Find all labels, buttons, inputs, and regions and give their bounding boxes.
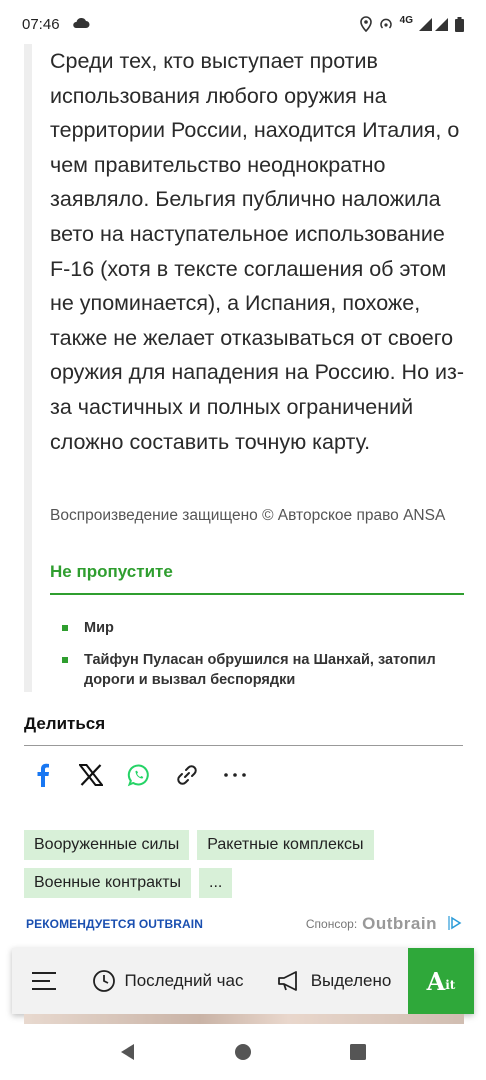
sponsor-label: Спонсор: — [305, 917, 358, 931]
ansa-logo-suffix: it — [445, 978, 456, 992]
highlights-button[interactable]: Выделено — [260, 948, 408, 1014]
megaphone-icon — [277, 971, 297, 991]
tag-military-contracts[interactable]: Военные контракты — [24, 868, 192, 898]
hamburger-icon — [32, 972, 56, 990]
dont-miss-item-world[interactable]: Мир — [50, 618, 464, 638]
dont-miss-link[interactable]: Тайфун Пуласан обрушился на Шанхай, зато… — [84, 650, 464, 690]
menu-button[interactable] — [12, 948, 76, 1014]
recommended-brand: OUTBRAIN — [138, 917, 203, 931]
home-icon[interactable] — [228, 1037, 258, 1067]
tag-armed-forces[interactable]: Вооруженные силы — [24, 830, 190, 860]
dont-miss-item-typhoon[interactable]: Тайфун Пуласан обрушился на Шанхай, зато… — [50, 650, 464, 690]
more-icon[interactable] — [222, 762, 248, 788]
x-icon[interactable] — [78, 762, 104, 788]
divider — [50, 593, 464, 595]
whatsapp-icon[interactable] — [126, 762, 152, 788]
ansa-it-logo-button[interactable]: Ait — [408, 948, 474, 1014]
hotspot-icon — [378, 16, 394, 32]
share-heading: Делиться — [24, 714, 106, 733]
outbrain-header: РЕКОМЕНДУЕТСЯ OUTBRAIN Спонсор: Outbrain — [26, 914, 462, 934]
status-indicators: 4G — [359, 14, 464, 32]
highlights-label: Выделено — [310, 971, 392, 990]
clock-icon — [93, 970, 116, 992]
facebook-icon[interactable] — [30, 762, 56, 788]
link-icon[interactable] — [174, 762, 200, 788]
recommended-label[interactable]: РЕКОМЕНДУЕТСЯ OUTBRAIN — [26, 917, 203, 931]
location-icon — [359, 16, 372, 32]
dont-miss-heading: Не пропустите — [50, 562, 173, 581]
ansa-logo-letter: A — [426, 966, 446, 996]
copyright-notice: Воспроизведение защищено © Авторское пра… — [50, 507, 446, 524]
latest-hour-label: Последний час — [124, 971, 244, 990]
tag-list: Вооруженные силы Ракетные комплексы Воен… — [24, 830, 464, 898]
divider — [24, 745, 463, 746]
share-buttons — [30, 762, 248, 788]
status-time: 07:46 — [22, 15, 60, 33]
tag-more[interactable]: ... — [199, 868, 233, 898]
outbrain-logo: Outbrain — [362, 914, 437, 933]
dont-miss-list: Мир Тайфун Пуласан обрушился на Шанхай, … — [50, 618, 464, 702]
system-navigation-bar — [0, 1024, 486, 1080]
cloud-icon — [72, 16, 90, 32]
bullet-icon — [62, 625, 68, 631]
recents-icon[interactable] — [343, 1037, 373, 1067]
recommended-prefix: РЕКОМЕНДУЕТСЯ — [26, 917, 136, 931]
battery-icon — [455, 16, 464, 32]
bottom-nav-bar: Последний час Выделено Ait — [12, 948, 474, 1014]
status-bar: 07:46 4G — [0, 0, 486, 48]
dont-miss-link[interactable]: Мир — [84, 618, 114, 638]
bullet-icon — [62, 657, 68, 663]
adchoices-icon[interactable] — [448, 915, 462, 934]
signal-icon — [419, 17, 449, 31]
back-icon[interactable] — [113, 1037, 143, 1067]
latest-hour-button[interactable]: Последний час — [76, 948, 260, 1014]
article-quote-block: Среди тех, кто выступает против использо… — [24, 44, 470, 692]
network-type: 4G — [399, 14, 413, 26]
article-paragraph: Среди тех, кто выступает против использо… — [50, 49, 465, 454]
sponsor-block[interactable]: Спонсор: Outbrain — [306, 914, 462, 934]
tag-missile-systems[interactable]: Ракетные комплексы — [197, 830, 374, 860]
